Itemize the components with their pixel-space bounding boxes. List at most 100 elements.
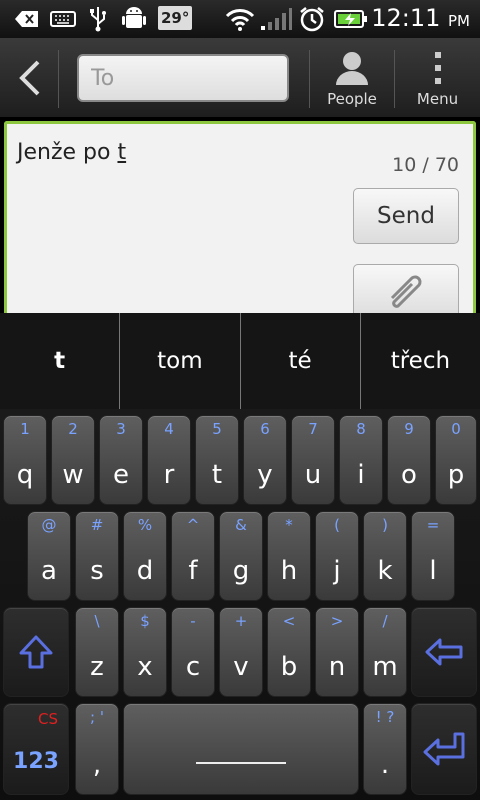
message-typed-text: Jenže po [17,140,118,165]
key-char: q [16,460,34,490]
person-icon [336,52,368,85]
suggestion-item[interactable]: t [0,313,121,409]
key-char: h [280,556,298,586]
enter-arrow-icon [423,732,465,766]
key-char: n [328,652,346,682]
key-l[interactable]: = l [411,511,455,601]
key-f[interactable]: ^ f [171,511,215,601]
key-q[interactable]: 1q [3,415,47,505]
attach-button[interactable] [353,264,459,320]
symbols-label: 123 [13,749,59,774]
key-w[interactable]: 2w [51,415,95,505]
overflow-menu-icon [434,52,441,84]
symbols-language-key[interactable]: CS 123 [3,703,69,795]
key-char: w [62,460,84,490]
key-e[interactable]: 3e [99,415,143,505]
compose-toolbar: People Menu [0,38,480,118]
key-alt: @ [41,516,57,534]
key-alt: > [330,612,344,630]
key-r[interactable]: 4r [147,415,191,505]
keyboard: 1q 2w 3e 4r 5t 6y 7u 8i 9o 0p @ a # s % d ^… [0,409,480,800]
suggestion-item[interactable]: tom [120,313,241,409]
key-n[interactable]: > n [315,607,359,697]
key-alt: # [90,516,104,534]
key-alt: 2 [68,420,78,438]
key-h[interactable]: * h [267,511,311,601]
android-debug-icon [122,6,146,32]
key-alt: 0 [451,420,461,438]
key-char: v [233,652,249,682]
key-j[interactable]: (j [315,511,359,601]
usb-icon [88,6,108,32]
character-counter: 10 / 70 [392,154,459,176]
battery-charging-icon [334,6,368,32]
backspace-key[interactable] [411,607,477,697]
key-v[interactable]: + v [219,607,263,697]
key-char: a [41,556,57,586]
comma-key[interactable]: ; ', [75,703,119,795]
key-char: s [90,556,104,586]
word-suggestion-bar: t tom té třech [0,313,480,409]
key-i[interactable]: 8i [339,415,383,505]
key-char: k [377,556,393,586]
message-text[interactable]: Jenže po t [17,140,126,165]
key-alt: \ [94,612,100,630]
message-compose-area[interactable]: Jenže po t 10 / 70 Send [4,121,476,321]
key-t[interactable]: 5t [195,415,239,505]
temperature-badge: 29° [158,6,193,30]
key-p[interactable]: 0p [435,415,477,505]
key-alt: ( [334,516,340,534]
key-char: e [113,460,129,490]
key-char: r [163,460,175,490]
key-o[interactable]: 9o [387,415,431,505]
key-c[interactable]: -c [171,607,215,697]
key-g[interactable]: & g [219,511,263,601]
toolbar-divider [58,50,59,108]
key-x[interactable]: $ x [123,607,167,697]
key-alt: / [382,612,388,630]
clock-time: 12:11 [371,4,441,32]
key-alt: % [137,516,153,534]
key-alt: < [282,612,296,630]
shift-key[interactable] [3,607,69,697]
key-alt: & [235,516,247,534]
key-char: t [211,460,223,490]
shift-arrow-icon [19,635,53,669]
space-bar-icon [196,762,286,764]
key-char: i [357,460,365,490]
key-char: x [137,652,153,682]
key-char: d [136,556,154,586]
clear-notifications-icon [14,6,40,32]
key-d[interactable]: % d [123,511,167,601]
key-alt: 6 [260,420,270,438]
send-button[interactable]: Send [353,188,459,244]
key-z[interactable]: \ z [75,607,119,697]
key-s[interactable]: # s [75,511,119,601]
enter-key[interactable] [411,703,477,795]
back-button[interactable] [0,38,58,118]
recipient-input[interactable] [77,54,289,102]
key-char: . [380,750,390,780]
space-key[interactable] [123,703,359,795]
key-char: p [447,460,465,490]
key-alt: 1 [20,420,30,438]
key-a[interactable]: @ a [27,511,71,601]
key-u[interactable]: 7u [291,415,335,505]
key-k[interactable]: ) k [363,511,407,601]
clock-ampm: PM [448,12,470,30]
key-char: o [401,460,417,490]
suggestion-item[interactable]: té [241,313,361,409]
people-button[interactable]: People [310,38,394,118]
key-char: y [257,460,273,490]
key-alt: 8 [356,420,366,438]
key-y[interactable]: 6y [243,415,287,505]
suggestion-item[interactable]: třech [361,313,480,409]
period-key[interactable]: ! ?. [363,703,407,795]
alarm-clock-icon [298,6,326,32]
key-char: g [232,556,250,586]
key-m[interactable]: / m [363,607,407,697]
key-alt: 3 [116,420,126,438]
menu-button[interactable]: Menu [395,38,480,118]
key-b[interactable]: < b [267,607,311,697]
key-char: b [280,652,298,682]
